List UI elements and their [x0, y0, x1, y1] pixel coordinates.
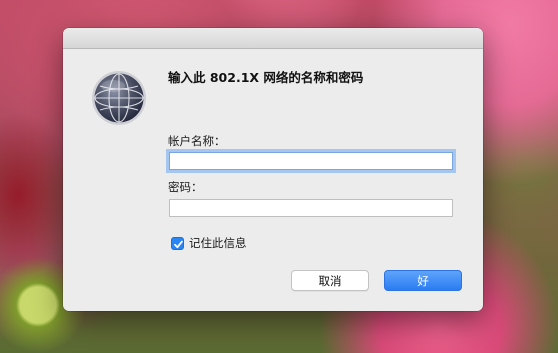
network-globe-icon — [91, 70, 147, 126]
network-auth-dialog: 输入此 802.1X 网络的名称和密码 帐户名称： 密码： 记住此信息 取消 好 — [63, 28, 483, 311]
remember-label[interactable]: 记住此信息 — [189, 235, 247, 251]
remember-checkbox[interactable] — [171, 236, 184, 250]
remember-row[interactable]: 记住此信息 — [171, 235, 247, 251]
password-field[interactable] — [169, 199, 453, 220]
dialog-titlebar[interactable] — [63, 28, 483, 49]
account-name-label: 帐户名称： — [168, 134, 226, 148]
account-name-input[interactable] — [170, 156, 452, 173]
password-label: 密码： — [168, 180, 203, 194]
password-input[interactable] — [170, 203, 452, 220]
account-name-field[interactable] — [169, 152, 453, 173]
ok-button[interactable]: 好 — [384, 270, 462, 291]
checkmark-icon — [174, 240, 183, 248]
cancel-button[interactable]: 取消 — [291, 270, 369, 291]
dialog-prompt: 输入此 802.1X 网络的名称和密码 — [168, 70, 364, 85]
